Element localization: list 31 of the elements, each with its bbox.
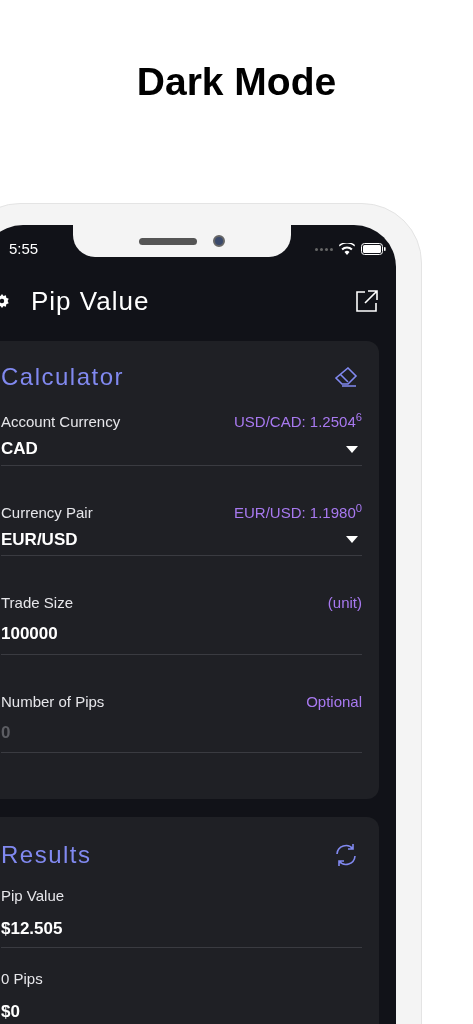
share-icon[interactable] [356, 290, 378, 312]
field-hint: (unit) [327, 593, 362, 613]
field-hint: Optional [306, 691, 362, 712]
dropdown-caret-icon [346, 445, 358, 453]
status-time: 5:55 [9, 238, 39, 259]
result-value: $0 [1, 1000, 21, 1023]
speaker-icon [139, 237, 197, 245]
refresh-icon[interactable] [334, 843, 358, 867]
field-label: Currency Pair [1, 502, 93, 523]
field-hint: EUR/USD: 1.1980$^{0}$ [234, 501, 362, 523]
signal-dots-icon [315, 247, 333, 251]
field-label: Number of Pips [1, 691, 105, 712]
page-heading: Dark Mode [136, 62, 337, 105]
result-label: 0 Pips [1, 969, 44, 989]
field-hint: USD/CAD: 1.2504$^{6}$ [234, 411, 362, 432]
camera-icon [213, 235, 225, 247]
battery-icon [361, 243, 386, 255]
dropdown-caret-icon [346, 536, 358, 543]
screen-title: Pip Value [31, 284, 150, 318]
input-field[interactable]: 100000 [1, 614, 362, 655]
input-field[interactable]: 0 [1, 713, 362, 753]
result-value: $12.505 [1, 917, 64, 940]
field-label: Account Currency [1, 412, 121, 432]
eraser-icon[interactable] [334, 367, 358, 387]
card-title: Calculator [1, 362, 125, 392]
result-label: Pip Value [1, 886, 66, 906]
card-title: Results [1, 840, 92, 870]
currency-select[interactable]: CAD [1, 433, 362, 466]
currency-select[interactable]: EUR/USD [1, 524, 362, 556]
field-label: Trade Size [1, 593, 73, 613]
wifi-icon [339, 243, 355, 255]
